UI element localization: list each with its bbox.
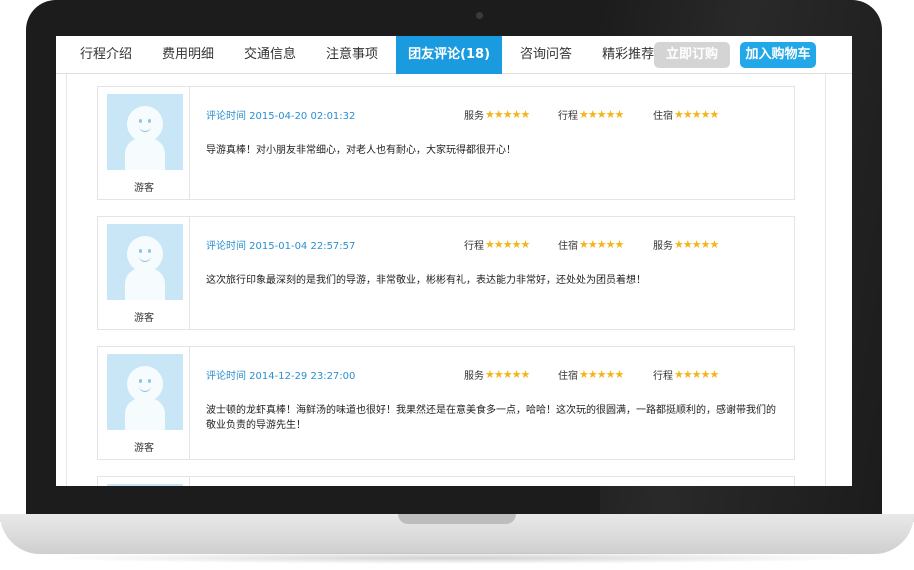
tab-qa[interactable]: 咨询问答 [508,36,584,74]
buy-now-button[interactable]: 立即订购 [654,42,730,68]
rating-label: 服务 [653,241,673,252]
star-rating-icon: ★★★★★ [579,238,624,251]
tab-reviews[interactable]: 团友评论(18) [396,36,503,74]
review-user-panel: 游客 [98,87,190,199]
star-rating-icon: ★★★★★ [674,368,719,381]
rating-label: 住宿 [653,111,673,122]
rating-2: 行程 ★★★★★ [558,107,624,122]
review-text: 这次旅行印象最深刻的是我们的导游，非常敬业，彬彬有礼，表达能力非常好，还处处为团… [206,275,646,286]
star-rating-icon: ★★★★★ [674,238,719,251]
star-rating-icon: ★★★★★ [579,108,624,121]
review-user-panel: 游客 [98,217,190,329]
add-to-cart-button[interactable]: 加入购物车 [740,42,816,68]
laptop-shadow [40,552,874,564]
rating-3: 行程 ★★★★★ [653,367,719,382]
review-list: 游客 评论时间 2015-04-20 02:01:32 服务 ★★★★★ 行程 ★★… [66,74,826,486]
rating-label: 服务 [464,371,484,382]
star-rating-icon: ★★★★★ [674,108,719,121]
star-rating-icon: ★★★★★ [485,368,530,381]
rating-1: 服务 ★★★★★ [464,367,530,382]
tab-transport[interactable]: 交通信息 [232,36,308,74]
review-text: 导游真棒！对小朋友非常细心，对老人也有耐心，大家玩得都很开心！ [206,145,516,156]
review-card: 游客 评论时间 2014-12-29 23:27:00 服务 ★★★★★ 住宿 ★★… [97,346,795,460]
rating-label: 行程 [464,241,484,252]
review-card-partial [97,476,795,486]
camera-icon [476,12,483,19]
review-time: 评论时间 2014-12-29 23:27:00 [206,371,356,382]
avatar [107,94,183,170]
rating-1: 行程 ★★★★★ [464,237,530,252]
review-username: 游客 [134,443,154,454]
star-rating-icon: ★★★★★ [579,368,624,381]
tab-bar: 行程介绍 费用明细 交通信息 注意事项 团友评论(18) 咨询问答 精彩推荐 立… [56,36,852,74]
rating-2: 住宿 ★★★★★ [558,237,624,252]
rating-label: 住宿 [558,241,578,252]
star-rating-icon: ★★★★★ [485,108,530,121]
star-rating-icon: ★★★★★ [485,238,530,251]
review-time: 评论时间 2015-04-20 02:01:32 [206,111,356,122]
laptop-notch [398,514,516,524]
avatar [107,354,183,430]
screen: 行程介绍 费用明细 交通信息 注意事项 团友评论(18) 咨询问答 精彩推荐 立… [56,36,852,486]
review-card: 游客 评论时间 2015-04-20 02:01:32 服务 ★★★★★ 行程 ★★… [97,86,795,200]
avatar [107,484,183,486]
rating-3: 住宿 ★★★★★ [653,107,719,122]
rating-label: 服务 [464,111,484,122]
tab-costs[interactable]: 费用明细 [150,36,226,74]
review-username: 游客 [134,313,154,324]
tab-notes[interactable]: 注意事项 [314,36,390,74]
tab-itinerary[interactable]: 行程介绍 [68,36,144,74]
rating-label: 住宿 [558,371,578,382]
rating-label: 行程 [653,371,673,382]
review-user-panel: 游客 [98,347,190,459]
rating-3: 服务 ★★★★★ [653,237,719,252]
rating-2: 住宿 ★★★★★ [558,367,624,382]
avatar [107,224,183,300]
review-time: 评论时间 2015-01-04 22:57:57 [206,241,356,252]
review-text: 波士顿的龙虾真棒！海鲜汤的味道也很好！我果然还是在意美食多一点，哈哈！这次玩的很… [206,405,776,431]
review-user-panel [98,477,190,486]
review-username: 游客 [134,183,154,194]
rating-1: 服务 ★★★★★ [464,107,530,122]
rating-label: 行程 [558,111,578,122]
review-card: 游客 评论时间 2015-01-04 22:57:57 行程 ★★★★★ 住宿 ★★… [97,216,795,330]
